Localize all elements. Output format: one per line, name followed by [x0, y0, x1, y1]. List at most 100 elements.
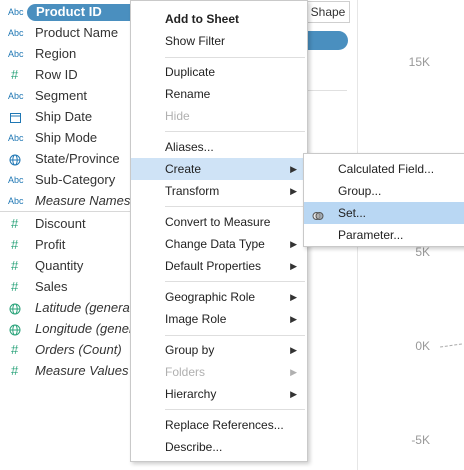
create-submenu: Calculated Field... Group... Set... Para…	[303, 153, 464, 247]
field-label: Ship Date	[35, 109, 93, 124]
submenu-arrow-icon: ▶	[290, 261, 297, 271]
menu-item-aliases[interactable]: Aliases...	[131, 136, 307, 158]
number-type-icon: #	[11, 67, 19, 82]
menu-item-show-filter[interactable]: Show Filter	[131, 30, 307, 52]
submenu-item-parameter[interactable]: Parameter...	[304, 224, 464, 246]
menu-separator	[165, 131, 305, 132]
string-type-icon: Abc	[8, 91, 24, 101]
string-type-icon: Abc	[8, 49, 24, 59]
submenu-arrow-icon: ▶	[290, 186, 297, 196]
submenu-arrow-icon: ▶	[290, 292, 297, 302]
field-label: Quantity	[35, 258, 84, 273]
menu-separator	[165, 335, 305, 336]
menu-item-label: Describe...	[165, 440, 223, 454]
menu-item-label: Hierarchy	[165, 387, 217, 401]
menu-item-hide: Hide	[131, 105, 307, 127]
field-label: Measure Names	[35, 193, 131, 208]
menu-item-describe[interactable]: Describe...	[131, 436, 307, 458]
menu-item-label: Aliases...	[165, 140, 214, 154]
field-label: Ship Mode	[35, 130, 98, 145]
set-icon	[312, 207, 324, 220]
submenu-arrow-icon: ▶	[290, 389, 297, 399]
menu-separator	[165, 281, 305, 282]
menu-item-label: Create	[165, 162, 202, 176]
string-type-icon: Abc	[8, 7, 24, 17]
menu-item-convert-to-measure[interactable]: Convert to Measure	[131, 211, 307, 233]
menu-item-label: Image Role	[165, 312, 227, 326]
shape-mark-button[interactable]: Shape	[306, 1, 350, 23]
globe-icon	[9, 319, 29, 339]
menu-item-folders: Folders ▶	[131, 361, 307, 383]
string-type-icon: Abc	[8, 28, 24, 38]
menu-item-label: Duplicate	[165, 65, 216, 79]
menu-item-add-to-sheet[interactable]: Add to Sheet	[131, 8, 307, 30]
submenu-item-calculated-field[interactable]: Calculated Field...	[304, 158, 464, 180]
menu-item-label: Hide	[165, 109, 190, 123]
field-label: Row ID	[35, 67, 78, 82]
axis-tick-5k: 5K	[415, 245, 430, 259]
field-label: Product Name	[35, 25, 119, 40]
submenu-item-label: Calculated Field...	[338, 162, 435, 176]
submenu-arrow-icon: ▶	[290, 345, 297, 355]
submenu-arrow-icon: ▶	[290, 367, 297, 377]
submenu-item-label: Set...	[338, 206, 367, 220]
string-type-icon: Abc	[8, 196, 24, 206]
menu-item-image-role[interactable]: Image Role ▶	[131, 308, 307, 330]
menu-item-label: Change Data Type	[165, 237, 265, 251]
number-type-icon: #	[11, 216, 19, 231]
axis-tick-neg5k: -5K	[411, 433, 430, 447]
menu-separator	[165, 57, 305, 58]
menu-item-change-data-type[interactable]: Change Data Type ▶	[131, 233, 307, 255]
number-type-icon: #	[11, 279, 19, 294]
field-label: Region	[35, 46, 77, 61]
field-label: State/Province	[35, 151, 120, 166]
menu-item-label: Folders	[165, 365, 206, 379]
submenu-item-group[interactable]: Group...	[304, 180, 464, 202]
submenu-item-set[interactable]: Set...	[304, 202, 464, 224]
menu-item-duplicate[interactable]: Duplicate	[131, 61, 307, 83]
submenu-arrow-icon: ▶	[290, 164, 297, 174]
submenu-arrow-icon: ▶	[290, 314, 297, 324]
menu-item-transform[interactable]: Transform ▶	[131, 180, 307, 202]
number-type-icon: #	[11, 342, 19, 357]
calendar-icon	[10, 107, 30, 127]
number-type-icon: #	[11, 363, 19, 378]
menu-item-hierarchy[interactable]: Hierarchy ▶	[131, 383, 307, 405]
submenu-arrow-icon: ▶	[290, 239, 297, 249]
menu-item-default-properties[interactable]: Default Properties ▶	[131, 255, 307, 277]
string-type-icon: Abc	[8, 133, 24, 143]
menu-item-label: Show Filter	[165, 34, 226, 48]
globe-icon	[9, 298, 29, 318]
string-type-icon: Abc	[8, 175, 24, 185]
trend-line	[440, 343, 462, 348]
menu-item-label: Add to Sheet	[165, 12, 239, 26]
field-label: Measure Values	[35, 363, 129, 378]
menu-item-rename[interactable]: Rename	[131, 83, 307, 105]
axis-tick-15k: 15K	[408, 55, 430, 69]
menu-item-label: Rename	[165, 87, 211, 101]
menu-item-geographic-role[interactable]: Geographic Role ▶	[131, 286, 307, 308]
field-context-menu: Add to Sheet Show Filter Duplicate Renam…	[130, 0, 308, 462]
field-label: Product ID	[36, 4, 102, 19]
menu-item-label: Convert to Measure	[165, 215, 271, 229]
menu-item-replace-references[interactable]: Replace References...	[131, 414, 307, 436]
field-label: Profit	[35, 237, 66, 252]
field-label: Segment	[35, 88, 88, 103]
menu-item-label: Default Properties	[165, 259, 262, 273]
submenu-item-label: Parameter...	[338, 228, 404, 242]
field-label: Sales	[35, 279, 68, 294]
menu-separator	[165, 206, 305, 207]
menu-item-label: Transform	[165, 184, 220, 198]
menu-item-label: Group by	[165, 343, 215, 357]
menu-separator	[165, 409, 305, 410]
field-label: Sub-Category	[35, 172, 116, 187]
menu-item-create[interactable]: Create ▶	[131, 158, 307, 180]
submenu-item-label: Group...	[338, 184, 382, 198]
number-type-icon: #	[11, 258, 19, 273]
menu-item-label: Replace References...	[165, 418, 284, 432]
field-label: Orders (Count)	[35, 342, 122, 357]
field-label: Discount	[35, 216, 86, 231]
number-type-icon: #	[11, 237, 19, 252]
menu-item-group-by[interactable]: Group by ▶	[131, 339, 307, 361]
axis-tick-0k: 0K	[415, 339, 430, 353]
